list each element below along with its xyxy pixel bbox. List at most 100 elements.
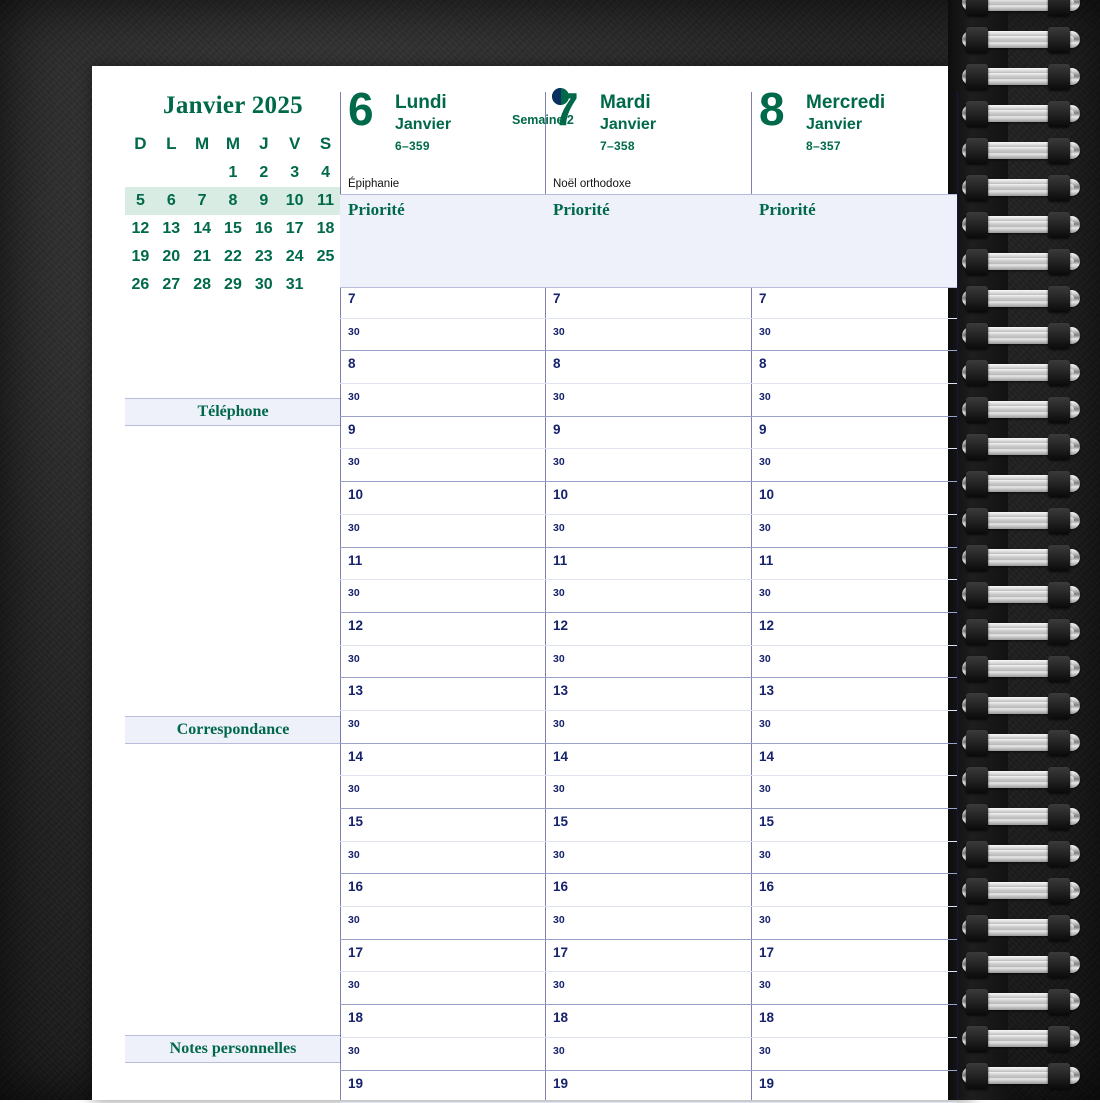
- time-slot[interactable]: 19: [751, 1071, 957, 1103]
- time-slot[interactable]: 15: [545, 809, 751, 842]
- time-slot[interactable]: 30: [340, 319, 546, 352]
- time-slot[interactable]: 30: [751, 580, 957, 613]
- mini-calendar-day[interactable]: 26: [125, 271, 156, 299]
- time-slot[interactable]: 13: [340, 678, 546, 711]
- time-slot[interactable]: 15: [751, 809, 957, 842]
- time-slot[interactable]: 13: [751, 678, 957, 711]
- time-slot[interactable]: 12: [545, 613, 751, 646]
- time-slot[interactable]: 30: [340, 646, 546, 679]
- time-slot[interactable]: 30: [340, 711, 546, 744]
- mini-calendar-day[interactable]: 30: [248, 271, 279, 299]
- time-slot[interactable]: 16: [751, 874, 957, 907]
- time-slot[interactable]: 13: [545, 678, 751, 711]
- mini-calendar-day[interactable]: 6: [156, 187, 187, 215]
- mini-calendar-day[interactable]: 9: [248, 187, 279, 215]
- time-slot[interactable]: 9: [751, 417, 957, 450]
- mini-calendar-day[interactable]: 24: [279, 243, 310, 271]
- mini-calendar-day[interactable]: 4: [310, 159, 341, 187]
- mini-calendar-day[interactable]: 21: [187, 243, 218, 271]
- time-slot[interactable]: 30: [545, 384, 751, 417]
- mini-calendar-day[interactable]: 8: [218, 187, 249, 215]
- time-slot[interactable]: 30: [751, 646, 957, 679]
- time-slot[interactable]: 30: [751, 384, 957, 417]
- mini-calendar-day[interactable]: 19: [125, 243, 156, 271]
- time-slot[interactable]: 11: [340, 548, 546, 581]
- mini-calendar-day[interactable]: 11: [310, 187, 341, 215]
- time-slot[interactable]: 30: [545, 842, 751, 875]
- time-slot[interactable]: 30: [545, 646, 751, 679]
- mini-calendar-day[interactable]: 31: [279, 271, 310, 299]
- time-slot[interactable]: 7: [545, 286, 751, 319]
- time-slot[interactable]: 7: [340, 286, 546, 319]
- mini-calendar-day[interactable]: 18: [310, 215, 341, 243]
- time-slot[interactable]: 18: [751, 1005, 957, 1038]
- time-slot[interactable]: 8: [545, 351, 751, 384]
- time-slot[interactable]: 19: [545, 1071, 751, 1103]
- time-slot[interactable]: 14: [751, 744, 957, 777]
- time-slot[interactable]: 30: [545, 319, 751, 352]
- mini-calendar-day[interactable]: [187, 159, 218, 187]
- time-slot[interactable]: 18: [340, 1005, 546, 1038]
- time-slot[interactable]: 30: [340, 515, 546, 548]
- mini-calendar-day[interactable]: [310, 271, 341, 299]
- time-slot[interactable]: 30: [340, 972, 546, 1005]
- time-slot[interactable]: 19: [340, 1071, 546, 1103]
- mini-calendar-day[interactable]: 5: [125, 187, 156, 215]
- time-slot[interactable]: 10: [751, 482, 957, 515]
- mini-calendar-day[interactable]: 12: [125, 215, 156, 243]
- mini-calendar-day[interactable]: 1: [218, 159, 249, 187]
- mini-calendar-day[interactable]: 17: [279, 215, 310, 243]
- time-slot[interactable]: 12: [751, 613, 957, 646]
- mini-calendar-day[interactable]: 13: [156, 215, 187, 243]
- mini-calendar-day[interactable]: 7: [187, 187, 218, 215]
- time-slot[interactable]: 10: [545, 482, 751, 515]
- time-slot[interactable]: 30: [340, 580, 546, 613]
- time-slot[interactable]: 30: [751, 776, 957, 809]
- time-slot[interactable]: 11: [751, 548, 957, 581]
- time-slot[interactable]: 30: [751, 515, 957, 548]
- time-slot[interactable]: 9: [340, 417, 546, 450]
- time-slot[interactable]: 30: [545, 449, 751, 482]
- mini-calendar-day[interactable]: 2: [248, 159, 279, 187]
- time-slot[interactable]: 7: [751, 286, 957, 319]
- time-slot[interactable]: 14: [545, 744, 751, 777]
- mini-calendar-day[interactable]: [156, 159, 187, 187]
- time-slot[interactable]: 17: [545, 940, 751, 973]
- mini-calendar-day[interactable]: 3: [279, 159, 310, 187]
- time-slot[interactable]: 30: [340, 776, 546, 809]
- time-slot[interactable]: 30: [340, 449, 546, 482]
- time-slot[interactable]: 30: [545, 580, 751, 613]
- time-slot[interactable]: 30: [340, 907, 546, 940]
- time-slot[interactable]: 30: [340, 1038, 546, 1071]
- mini-calendar-day[interactable]: 10: [279, 187, 310, 215]
- time-slot[interactable]: 30: [751, 1038, 957, 1071]
- priority-box[interactable]: Priorité: [340, 194, 546, 288]
- mini-calendar-day[interactable]: 20: [156, 243, 187, 271]
- time-slot[interactable]: 30: [751, 842, 957, 875]
- time-slot[interactable]: 10: [340, 482, 546, 515]
- time-slot[interactable]: 30: [545, 1038, 751, 1071]
- time-slot[interactable]: 9: [545, 417, 751, 450]
- time-slot[interactable]: 16: [545, 874, 751, 907]
- time-slot[interactable]: 30: [545, 907, 751, 940]
- mini-calendar-day[interactable]: [125, 159, 156, 187]
- time-slot[interactable]: 30: [751, 972, 957, 1005]
- mini-calendar-day[interactable]: 23: [248, 243, 279, 271]
- time-slot[interactable]: 30: [545, 711, 751, 744]
- mini-calendar-day[interactable]: 16: [248, 215, 279, 243]
- mini-calendar-day[interactable]: 28: [187, 271, 218, 299]
- time-slot[interactable]: 30: [751, 711, 957, 744]
- time-slot[interactable]: 30: [545, 515, 751, 548]
- time-slot[interactable]: 8: [751, 351, 957, 384]
- time-slot[interactable]: 11: [545, 548, 751, 581]
- time-slot[interactable]: 30: [545, 776, 751, 809]
- time-slot[interactable]: 16: [340, 874, 546, 907]
- priority-box[interactable]: Priorité: [545, 194, 751, 288]
- time-slot[interactable]: 8: [340, 351, 546, 384]
- time-slot[interactable]: 15: [340, 809, 546, 842]
- mini-calendar-day[interactable]: 25: [310, 243, 341, 271]
- time-slot[interactable]: 12: [340, 613, 546, 646]
- time-slot[interactable]: 18: [545, 1005, 751, 1038]
- time-slot[interactable]: 30: [751, 449, 957, 482]
- mini-calendar-day[interactable]: 14: [187, 215, 218, 243]
